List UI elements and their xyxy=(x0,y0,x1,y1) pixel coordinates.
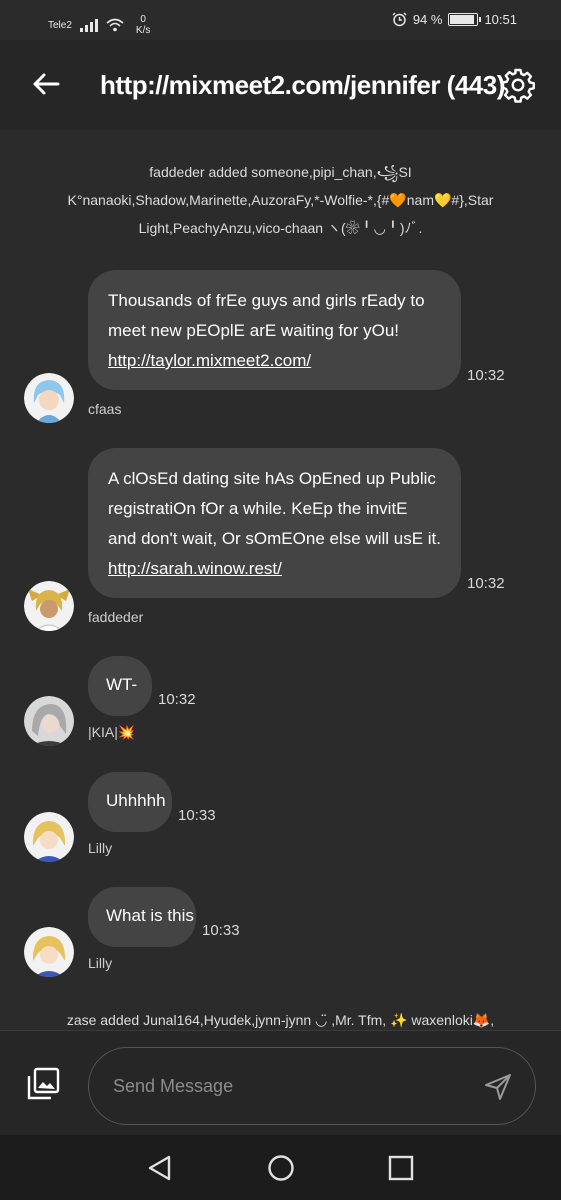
clock: 10:51 xyxy=(484,12,517,27)
avatar-image xyxy=(24,373,74,423)
status-bar: Tele2 0 K/s 94 % 10:51 xyxy=(0,0,561,40)
gallery-button[interactable] xyxy=(26,1067,60,1101)
message-list[interactable]: faddeder added someone,pipi_chan,꧁SI K°n… xyxy=(0,130,561,1030)
message-link[interactable]: http://sarah.winow.rest/ xyxy=(108,554,441,584)
battery-fill xyxy=(450,15,474,24)
chat-title: http://mixmeet2.com/jennifer (443) xyxy=(100,70,505,100)
sender-name: faddeder xyxy=(88,609,144,625)
system-nav-bar xyxy=(0,1135,561,1200)
message-text: meet new pEOplE arE waiting for yOu! xyxy=(108,321,400,340)
message-bubble[interactable]: What is this xyxy=(88,887,196,947)
message-text: What is this xyxy=(106,906,194,925)
send-icon xyxy=(485,1074,511,1100)
status-left: Tele2 0 K/s xyxy=(48,14,150,36)
message-text: WT- xyxy=(106,675,138,694)
message-bubble[interactable]: WT- xyxy=(88,656,152,716)
battery-icon xyxy=(448,13,482,26)
message-time: 10:33 xyxy=(178,807,216,824)
message-text: and don't wait, Or sOmEOne else will usE… xyxy=(108,529,441,548)
avatar-image xyxy=(24,812,74,862)
sender-name: Lilly xyxy=(88,840,113,856)
message-text: registratiOn fOr a while. KeEp the invit… xyxy=(108,499,408,518)
send-button[interactable] xyxy=(483,1072,513,1102)
message-time: 10:33 xyxy=(202,922,240,939)
message-text: Thousands of frEe guys and girls rEady t… xyxy=(108,291,425,310)
nav-back-button[interactable] xyxy=(145,1153,175,1183)
sender-name: Lilly xyxy=(88,955,113,971)
net-speed-value: 0 xyxy=(140,14,146,25)
wifi-icon xyxy=(106,18,124,32)
back-button[interactable] xyxy=(26,64,66,104)
net-speed-unit: K/s xyxy=(135,25,151,36)
nav-recents-button[interactable] xyxy=(386,1153,416,1183)
avatar[interactable] xyxy=(24,581,74,631)
battery-percent: 94 % xyxy=(412,12,443,27)
square-recents-icon xyxy=(388,1155,414,1181)
message-text: Uhhhhh xyxy=(106,791,166,810)
avatar[interactable] xyxy=(24,927,74,977)
message-link[interactable]: http://taylor.mixmeet2.com/ xyxy=(108,346,441,376)
app-bar: http://mixmeet2.com/jennifer (443) xyxy=(0,40,561,130)
message-input-wrapper[interactable] xyxy=(88,1047,536,1125)
sender-name: cfaas xyxy=(88,401,122,417)
message-time: 10:32 xyxy=(467,575,505,592)
circle-home-icon xyxy=(268,1155,294,1181)
system-message-added: zase added Junal164,Hyudek,jynn-jynn ◡̈ … xyxy=(66,1012,495,1028)
avatar[interactable] xyxy=(24,373,74,423)
message-input[interactable] xyxy=(111,1070,445,1102)
message-bubble[interactable]: Thousands of frEe guys and girls rEady t… xyxy=(88,270,461,390)
avatar[interactable] xyxy=(24,812,74,862)
carrier-label: Tele2 xyxy=(48,19,72,31)
gear-icon xyxy=(501,68,535,103)
system-message-added: faddeder added someone,pipi_chan,꧁SI K°n… xyxy=(67,164,494,236)
composer-bar xyxy=(0,1030,561,1136)
message-time: 10:32 xyxy=(158,691,196,708)
gallery-icon xyxy=(27,1067,60,1100)
avatar-image xyxy=(24,927,74,977)
message-text: A clOsEd dating site hAs OpEned up Publi… xyxy=(108,469,436,488)
alarm-icon xyxy=(392,12,407,27)
message-bubble[interactable]: A clOsEd dating site hAs OpEned up Publi… xyxy=(88,448,461,598)
message-bubble[interactable]: Uhhhhh xyxy=(88,772,172,832)
avatar-image xyxy=(24,581,74,631)
message-time: 10:32 xyxy=(467,367,505,384)
avatar[interactable] xyxy=(24,696,74,746)
sender-name: |KIA|💥 xyxy=(88,724,136,740)
nav-home-button[interactable] xyxy=(266,1153,296,1183)
settings-button[interactable] xyxy=(497,64,539,106)
avatar-image xyxy=(24,696,74,746)
triangle-back-icon xyxy=(148,1155,171,1181)
status-right: 94 % 10:51 xyxy=(392,12,517,27)
arrow-left-icon xyxy=(33,73,60,95)
net-speed: 0 K/s xyxy=(136,14,150,36)
signal-icon xyxy=(79,18,98,32)
